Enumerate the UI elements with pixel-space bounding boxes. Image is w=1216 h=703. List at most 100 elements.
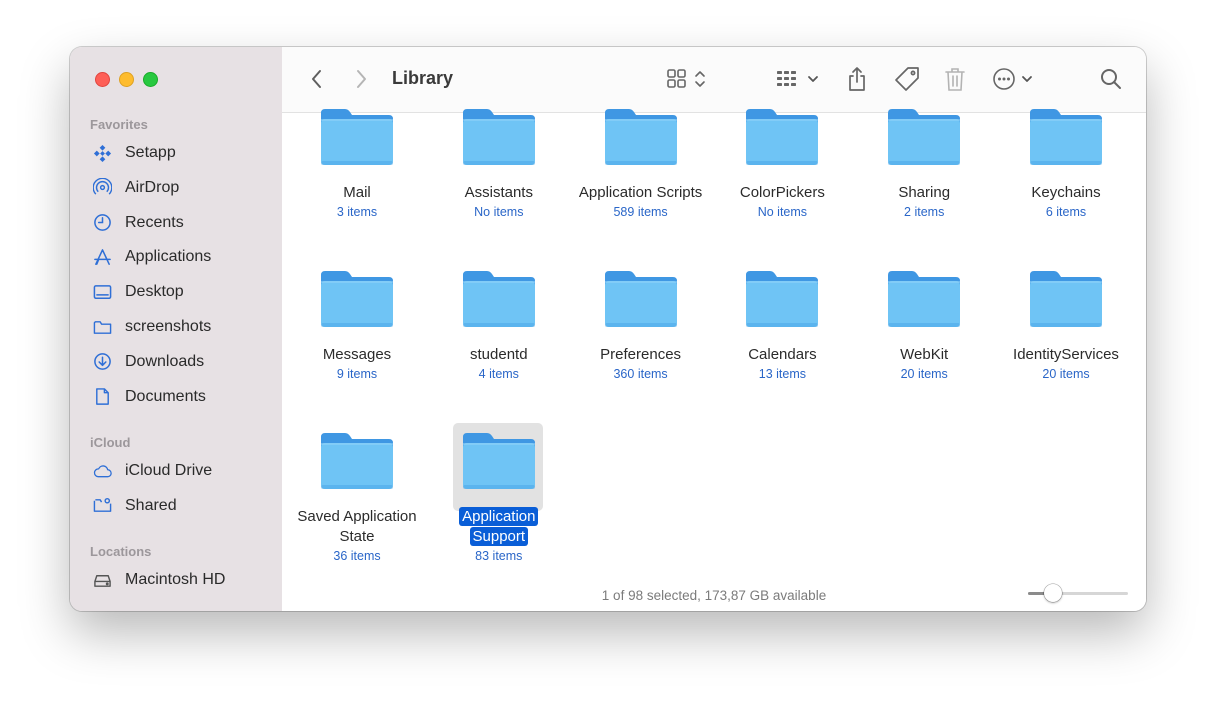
sidebar-item-shared[interactable]: Shared — [84, 492, 274, 520]
share-button[interactable] — [842, 64, 872, 94]
view-mode-button[interactable] — [666, 64, 712, 94]
folder-item[interactable]: Sharing 2 items — [854, 107, 994, 257]
chevron-right-icon — [357, 70, 366, 88]
search-icon — [1101, 69, 1121, 89]
folder-name: Sharing — [898, 184, 951, 201]
folder-name: Messages — [322, 346, 392, 363]
folder-item-count: 83 items — [475, 549, 523, 563]
folder-icon — [886, 107, 962, 167]
sidebar-item-label: Downloads — [125, 352, 205, 370]
folder-name: Keychains — [1031, 184, 1101, 201]
folder-icon — [461, 431, 537, 491]
icon-size-slider[interactable] — [1028, 584, 1128, 602]
favorites-header: Favorites — [90, 117, 148, 132]
folder-icon — [744, 269, 820, 329]
folder-icon — [90, 317, 114, 337]
folder-icon — [886, 269, 962, 329]
folder-icon — [603, 107, 679, 167]
sidebar-item-downloads[interactable]: Downloads — [84, 348, 274, 376]
sidebar-item-macintosh-hd[interactable]: Macintosh HD — [84, 566, 274, 594]
close-window-button[interactable] — [95, 72, 110, 87]
clock-icon — [90, 213, 114, 233]
sidebar-item-label: AirDrop — [125, 178, 180, 196]
zoom-window-button[interactable] — [143, 72, 158, 87]
folder-icon — [319, 107, 395, 167]
sidebar-item-desktop[interactable]: Desktop — [84, 278, 274, 306]
sidebar-item-airdrop[interactable]: AirDrop — [84, 174, 274, 202]
folder-item-count: 360 items — [613, 367, 668, 381]
file-grid: Mail 3 items Assistants No items Application… — [282, 109, 1146, 611]
folder-item-count: 589 items — [613, 205, 668, 219]
folder-name: Assistants — [464, 184, 533, 201]
sidebar-item-label: Setapp — [125, 144, 176, 161]
sidebar-item-screenshots[interactable]: screenshots — [84, 313, 274, 341]
cloud-icon — [90, 461, 114, 481]
sidebar-item-label: Recents — [125, 213, 184, 231]
folder-item[interactable]: Keychains 6 items — [996, 107, 1136, 257]
applications-icon — [90, 247, 114, 267]
folder-item-count: 20 items — [900, 367, 948, 381]
folder-item[interactable]: WebKit 20 items — [854, 269, 994, 419]
folder-icon — [461, 107, 537, 167]
trash-icon — [945, 68, 965, 91]
folder-item[interactable]: Messages 9 items — [287, 269, 427, 419]
folder-item[interactable]: IdentityServices 20 items — [996, 269, 1136, 419]
window-title: Library — [392, 68, 454, 88]
locations-header: Locations — [90, 544, 152, 559]
folder-item-count: 2 items — [904, 205, 945, 219]
folder-name: Preferences — [600, 346, 682, 363]
folder-name: ColorPickers — [739, 184, 825, 201]
folder-item[interactable]: ColorPickers No items — [712, 107, 852, 257]
sidebar-item-label: Shared — [125, 496, 177, 514]
sidebar-item-setapp[interactable]: Setapp — [84, 139, 274, 167]
folder-icon — [1028, 269, 1104, 329]
sidebar-item-documents[interactable]: Documents — [84, 383, 274, 411]
folder-name: Calendars — [748, 346, 817, 363]
downloads-icon — [90, 352, 114, 372]
folder-item[interactable]: Assistants No items — [429, 107, 569, 257]
search-button[interactable] — [1096, 64, 1126, 94]
folder-name: Application Scripts — [578, 184, 703, 201]
folder-icon — [603, 269, 679, 329]
folder-item-count: 3 items — [336, 205, 378, 219]
tags-button[interactable] — [890, 64, 924, 94]
folder-icon — [319, 269, 395, 329]
folder-icon — [319, 431, 395, 491]
sidebar-item-label: Applications — [125, 248, 212, 266]
folder-item[interactable]: Preferences 360 items — [571, 269, 711, 419]
sidebar-item-label: screenshots — [125, 318, 212, 335]
folder-item[interactable]: Calendars 13 items — [712, 269, 852, 419]
back-button[interactable] — [302, 64, 332, 94]
tag-icon — [895, 67, 919, 91]
icloud-header: iCloud — [90, 435, 131, 450]
setapp-icon — [90, 143, 114, 163]
sidebar-item-icloud-drive[interactable]: iCloud Drive — [84, 457, 274, 485]
disk-icon — [90, 570, 114, 590]
minimize-window-button[interactable] — [119, 72, 134, 87]
sidebar-item-recents[interactable]: Recents — [84, 209, 274, 237]
document-icon — [90, 387, 114, 407]
sidebar-item-label: Desktop — [125, 283, 184, 301]
folder-item[interactable]: Application Support 83 items — [429, 423, 569, 581]
sidebar-item-label: Macintosh HD — [125, 571, 226, 588]
shared-folder-icon — [90, 496, 114, 516]
sidebar: Favorites Setapp AirDrop Recents Applicatio… — [70, 47, 283, 611]
desktop-icon — [90, 282, 114, 302]
share-icon — [849, 67, 865, 91]
folder-item[interactable]: studentd 4 items — [429, 269, 569, 419]
folder-item[interactable]: Application Scripts 589 items — [571, 107, 711, 257]
selected-folder-name: Application Support — [459, 507, 539, 546]
folder-item[interactable]: Saved Application State 36 items — [287, 431, 427, 581]
folder-item[interactable]: Mail 3 items — [287, 107, 427, 257]
group-by-button[interactable] — [774, 64, 826, 94]
chevron-left-icon — [312, 70, 321, 88]
folder-item-count: No items — [474, 205, 524, 219]
trash-button[interactable] — [940, 64, 970, 94]
folder-item-count: 13 items — [758, 367, 807, 381]
sidebar-item-applications[interactable]: Applications — [84, 243, 274, 271]
slider-knob[interactable] — [1044, 584, 1062, 602]
toolbar: Library — [282, 47, 1146, 113]
forward-button[interactable] — [346, 64, 376, 94]
folder-icon — [1028, 107, 1104, 167]
more-actions-button[interactable] — [990, 64, 1042, 94]
